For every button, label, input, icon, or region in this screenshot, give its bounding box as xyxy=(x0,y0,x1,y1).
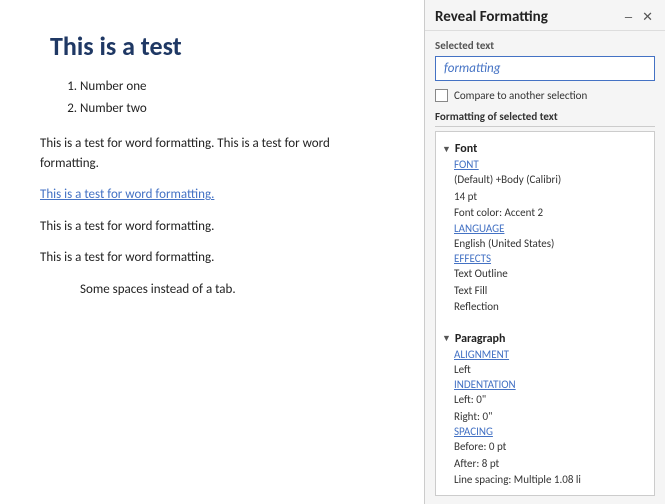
panel-header: Reveal Formatting – ✕ xyxy=(425,0,665,31)
compare-row: Compare to another selection xyxy=(435,89,655,102)
effects-link[interactable]: EFFECTS xyxy=(454,252,648,265)
language-value: English (United States) xyxy=(454,236,648,253)
paragraph-section-title: ▼ Paragraph xyxy=(442,332,648,346)
spacing-link[interactable]: SPACING xyxy=(454,425,648,438)
effects-value-3: Reflection xyxy=(454,299,648,316)
panel-body: Selected text formatting Compare to anot… xyxy=(425,31,665,504)
font-triangle-icon: ▼ xyxy=(442,144,451,155)
doc-para-2: This is a test for word formatting. xyxy=(40,217,384,237)
font-link[interactable]: FONT xyxy=(454,158,648,171)
panel-controls: – ✕ xyxy=(623,10,655,23)
doc-list: Number one Number two xyxy=(80,76,384,120)
indentation-left: Left: 0" xyxy=(454,392,648,409)
formatting-of-selected-text-label: Formatting of selected text xyxy=(435,110,655,127)
list-item: Number two xyxy=(80,98,384,120)
effects-value-2: Text Fill xyxy=(454,283,648,300)
alignment-link[interactable]: ALIGNMENT xyxy=(454,348,648,361)
paragraph-section-heading: Paragraph xyxy=(455,332,506,346)
spacing-line: Line spacing: Multiple 1.08 li xyxy=(454,472,648,489)
panel-title: Reveal Formatting xyxy=(435,8,548,26)
collapse-button[interactable]: – xyxy=(623,10,634,23)
selected-text-box: formatting xyxy=(435,56,655,81)
language-link[interactable]: LANGUAGE xyxy=(454,222,648,235)
doc-para-3: This is a test for word formatting. xyxy=(40,248,384,268)
compare-checkbox[interactable] xyxy=(435,89,448,102)
effects-value-1: Text Outline xyxy=(454,266,648,283)
font-value: (Default) +Body (Calibri) xyxy=(454,172,648,189)
font-section: ▼ Font FONT (Default) +Body (Calibri) 14… xyxy=(436,136,654,320)
font-section-heading: Font xyxy=(455,142,477,156)
paragraph-triangle-icon: ▼ xyxy=(442,333,451,344)
paragraph-section: ▼ Paragraph ALIGNMENT Left INDENTATION L… xyxy=(436,326,654,493)
font-size-value: 14 pt xyxy=(454,189,648,206)
indentation-link[interactable]: INDENTATION xyxy=(454,378,648,391)
compare-label: Compare to another selection xyxy=(454,89,587,102)
document-area: This is a test Number one Number two Thi… xyxy=(0,0,425,504)
list-item: Number one xyxy=(80,76,384,98)
alignment-value: Left xyxy=(454,362,648,379)
spacing-before: Before: 0 pt xyxy=(454,439,648,456)
doc-para-4: Some spaces instead of a tab. xyxy=(80,280,384,300)
spacing-after: After: 8 pt xyxy=(454,456,648,473)
formatting-scroll-area[interactable]: ▼ Font FONT (Default) +Body (Calibri) 14… xyxy=(435,131,655,496)
close-button[interactable]: ✕ xyxy=(640,10,655,23)
selected-text-label: Selected text xyxy=(435,39,655,52)
font-color-value: Font color: Accent 2 xyxy=(454,205,648,222)
doc-link-para: This is a test for word formatting. xyxy=(40,185,384,205)
doc-para-1: This is a test for word formatting. This… xyxy=(40,134,384,173)
reveal-formatting-panel: Reveal Formatting – ✕ Selected text form… xyxy=(425,0,665,504)
indentation-right: Right: 0" xyxy=(454,409,648,426)
doc-heading: This is a test xyxy=(50,30,384,62)
font-section-title: ▼ Font xyxy=(442,142,648,156)
